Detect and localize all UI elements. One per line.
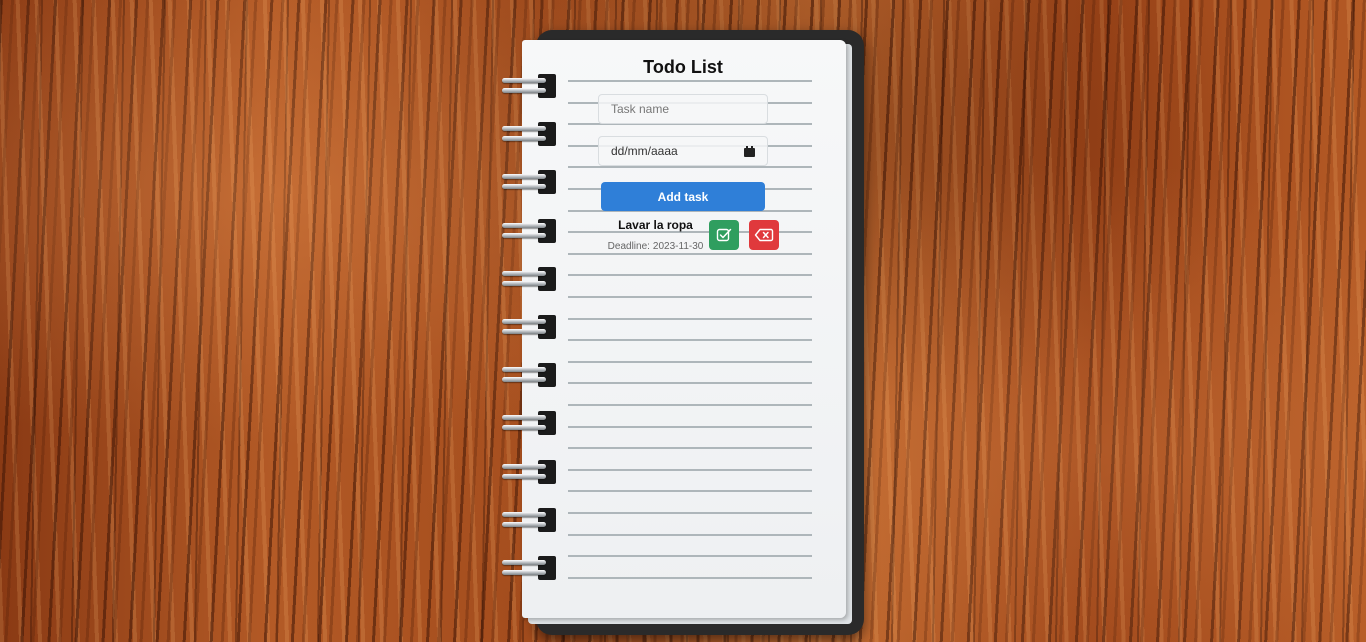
add-task-button[interactable]: Add task [601, 182, 765, 211]
ruled-line [568, 317, 812, 320]
ruled-line [568, 533, 812, 536]
spiral-ring [500, 507, 556, 533]
ruled-line [568, 512, 812, 514]
spiral-ring [500, 555, 556, 581]
ruled-line [568, 576, 812, 579]
task-name-input[interactable] [598, 94, 768, 124]
spiral-ring [500, 314, 556, 340]
calendar-icon[interactable] [744, 145, 755, 157]
ruled-line [568, 490, 812, 493]
spiral-ring [500, 362, 556, 388]
ruled-line [568, 555, 812, 558]
check-square-icon [716, 228, 732, 242]
notebook-page [522, 40, 846, 618]
ruled-line [568, 296, 812, 298]
spiral-ring [500, 169, 556, 195]
ruled-line [568, 468, 812, 471]
ruled-line [568, 447, 812, 450]
ruled-line [568, 404, 812, 406]
deadline-date-input[interactable]: dd/mm/aaaa [598, 136, 768, 166]
ruled-line [568, 425, 812, 428]
ruled-line [568, 339, 812, 342]
ruled-line [568, 360, 812, 363]
ruled-line [568, 274, 812, 277]
deadline-value: 2023-11-30 [652, 241, 704, 252]
backspace-x-icon [754, 228, 774, 242]
spiral-ring [500, 459, 556, 485]
deadline-label: Deadline: [607, 241, 650, 252]
task-deadline: Deadline: 2023-11-30 [598, 241, 713, 252]
page-title: Todo List [643, 57, 723, 77]
ruled-line [568, 382, 812, 385]
delete-task-button[interactable] [749, 220, 779, 250]
complete-task-button[interactable] [709, 220, 739, 250]
spiral-ring [500, 121, 556, 147]
task-item: Lavar la ropa Deadline: 2023-11-30 [598, 214, 788, 254]
ruled-line [568, 80, 812, 82]
spiral-ring [500, 410, 556, 436]
spiral-ring [500, 266, 556, 292]
spiral-ring [500, 73, 556, 99]
ruled-line [568, 166, 812, 169]
date-input-value: dd/mm/aaaa [611, 144, 678, 158]
task-name: Lavar la ropa [618, 218, 693, 232]
spiral-ring [500, 218, 556, 244]
